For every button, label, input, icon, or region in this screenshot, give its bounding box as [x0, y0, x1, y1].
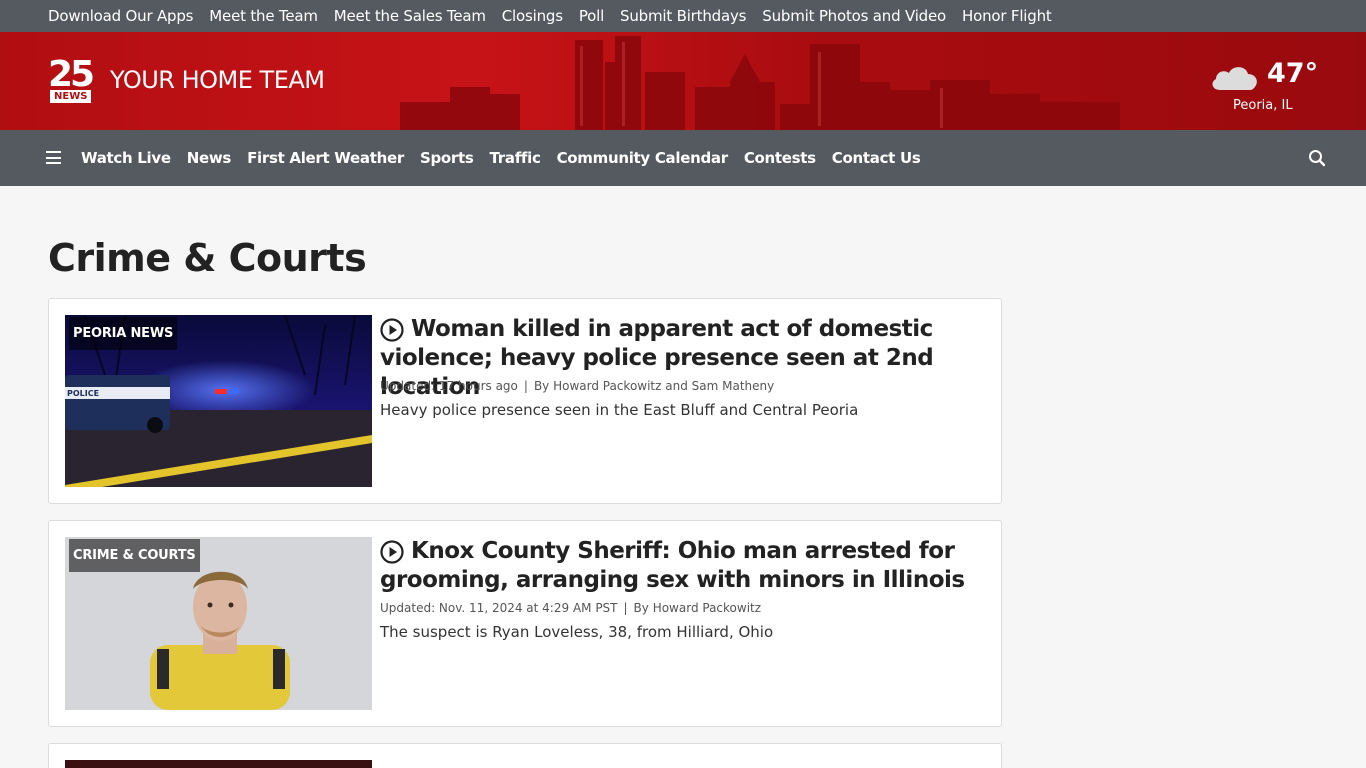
nav-item-community-calendar[interactable]: Community Calendar	[557, 149, 729, 167]
article-thumbnail[interactable]: POLICE PEORIA NEWS	[65, 315, 372, 487]
nav-item-watch-live[interactable]: Watch Live	[81, 149, 171, 167]
article-thumbnail[interactable]	[65, 760, 372, 768]
utility-link-meet-team[interactable]: Meet the Team	[209, 7, 318, 25]
utility-nav: Download Our Apps Meet the Team Meet the…	[0, 0, 1366, 32]
weather-widget[interactable]: 47° Peoria, IL	[1208, 56, 1328, 126]
article-updated: Updated: Nov. 11, 2024 at 4:29 AM PST	[380, 601, 618, 615]
utility-link-closings[interactable]: Closings	[502, 7, 563, 25]
category-label[interactable]: CRIME & COURTS	[69, 539, 200, 572]
nav-item-sports[interactable]: Sports	[420, 149, 474, 167]
utility-link-poll[interactable]: Poll	[579, 7, 604, 25]
article-card: POLICE PEORIA NEWS Woman killed in appar…	[48, 298, 1002, 504]
nav-item-news[interactable]: News	[187, 149, 232, 167]
utility-bar: Download Our Apps Meet the Team Meet the…	[0, 0, 1366, 32]
nav-item-contests[interactable]: Contests	[744, 149, 816, 167]
page-title: Crime & Courts	[48, 236, 367, 280]
article-description: The suspect is Ryan Loveless, 38, from H…	[380, 623, 774, 641]
nav-item-weather[interactable]: First Alert Weather	[247, 149, 404, 167]
main-nav-list: Watch Live News First Alert Weather Spor…	[81, 130, 936, 186]
category-label[interactable]: PEORIA NEWS	[69, 317, 178, 350]
nav-item-contact-us[interactable]: Contact Us	[832, 149, 921, 167]
article-thumbnail[interactable]: CRIME & COURTS	[65, 537, 372, 710]
main-navigation: Watch Live News First Alert Weather Spor…	[0, 130, 1366, 186]
logo-number: 25	[48, 54, 95, 95]
logo-word: NEWS	[50, 90, 92, 103]
article-byline: By Howard Packowitz	[633, 601, 762, 615]
weather-location: Peoria, IL	[1233, 98, 1293, 113]
utility-link-photos-video[interactable]: Submit Photos and Video	[762, 7, 946, 25]
site-tagline: YOUR HOME TEAM	[110, 66, 325, 94]
search-icon[interactable]	[1308, 149, 1326, 167]
article-headline[interactable]: Knox County Sheriff: Ohio man arrested f…	[380, 537, 980, 595]
station-logo[interactable]: 25 NEWS	[48, 54, 102, 104]
article-meta: Updated: 17 hours ago | By Howard Packowit…	[380, 379, 775, 393]
skyline-background	[400, 36, 1120, 130]
utility-link-sales-team[interactable]: Meet the Sales Team	[334, 7, 486, 25]
menu-icon[interactable]	[46, 151, 61, 164]
utility-link-birthdays[interactable]: Submit Birthdays	[620, 7, 746, 25]
article-meta: Updated: Nov. 11, 2024 at 4:29 AM PST | By…	[380, 601, 762, 615]
article-byline: By Howard Packowitz and Sam Matheny	[533, 379, 775, 393]
article-description: Heavy police presence seen in the East B…	[380, 401, 859, 419]
utility-link-download-apps[interactable]: Download Our Apps	[48, 7, 193, 25]
nav-item-traffic[interactable]: Traffic	[489, 149, 540, 167]
cloud-icon	[1212, 67, 1257, 90]
article-card: CRIME & COURTS Knox County Sheriff: Ohio…	[48, 520, 1002, 727]
utility-link-honor-flight[interactable]: Honor Flight	[962, 7, 1052, 25]
article-card	[48, 743, 1002, 768]
weather-temperature: 47°	[1267, 58, 1319, 89]
site-header-banner: 25 NEWS YOUR HOME TEAM 47° Peoria, IL	[0, 32, 1366, 130]
svg-text:POLICE: POLICE	[67, 389, 99, 398]
article-updated: Updated: 17 hours ago	[380, 379, 518, 393]
